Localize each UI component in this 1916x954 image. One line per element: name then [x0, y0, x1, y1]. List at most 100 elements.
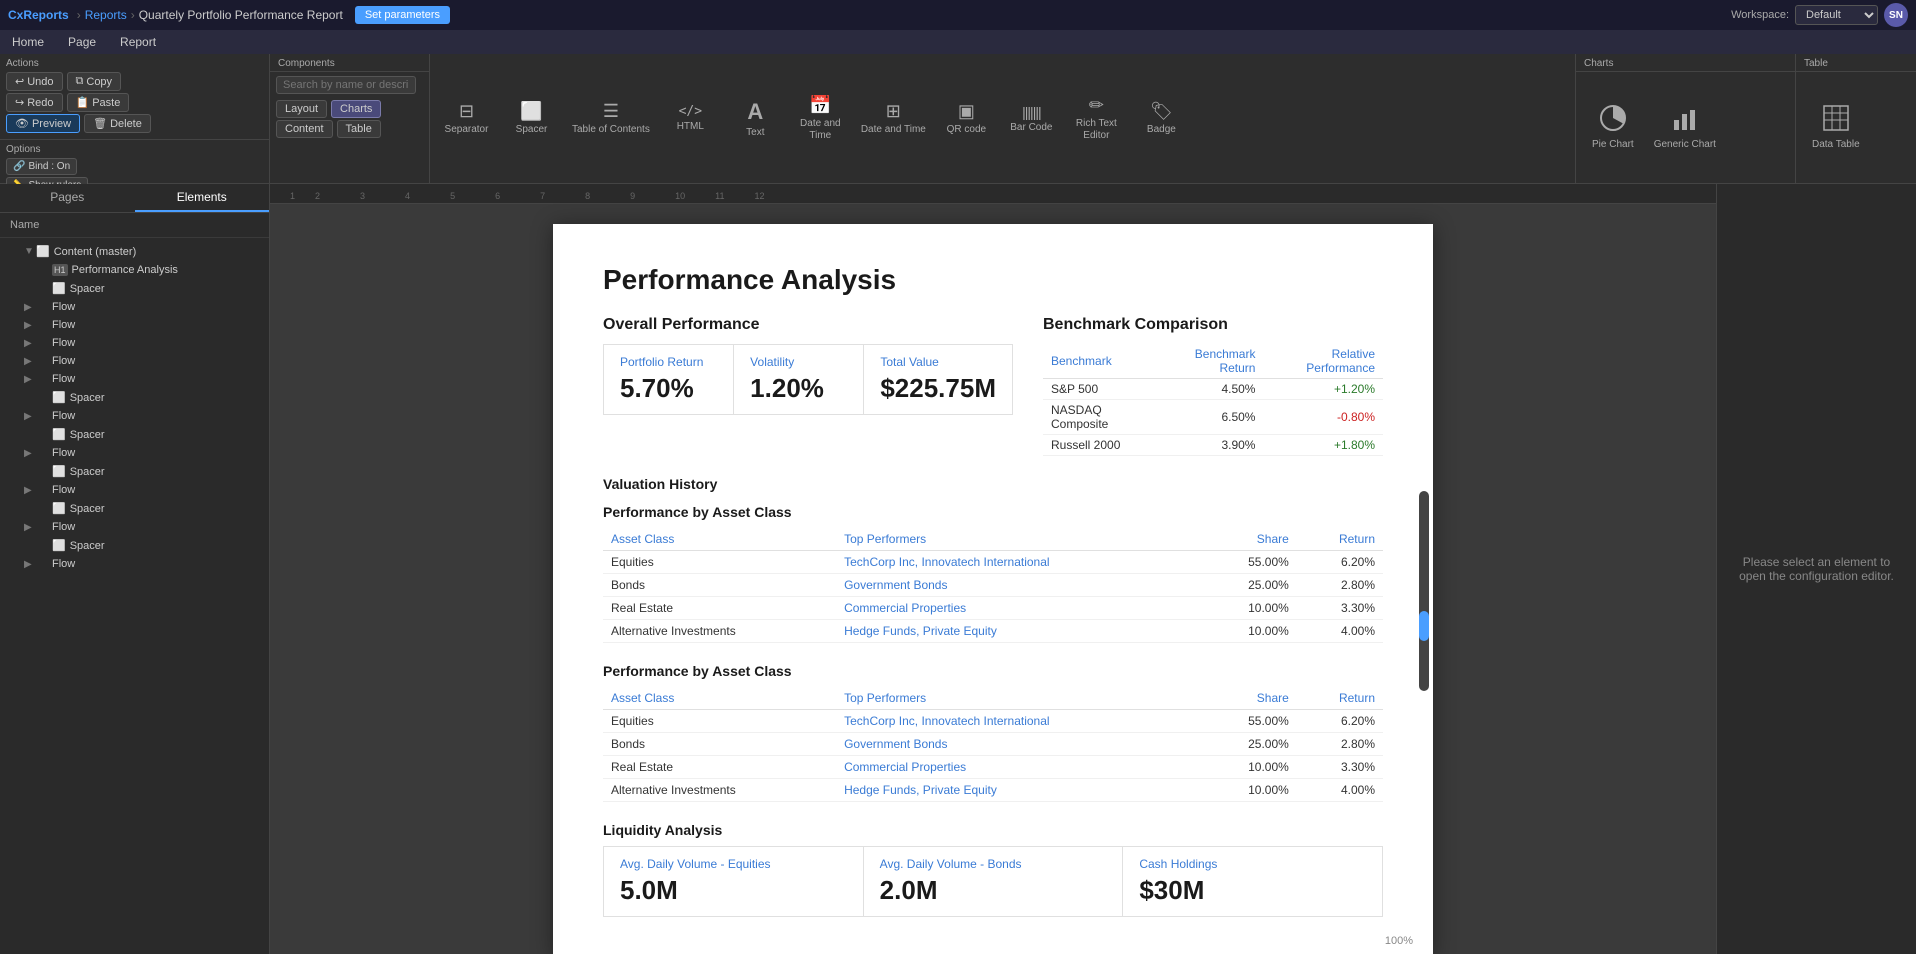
comp-bar-code[interactable]: ||||||| Bar Code — [999, 98, 1064, 140]
bind-toggle[interactable]: 🔗 Bind : On — [6, 158, 77, 175]
tree-spacer-icon-6: ⬜ — [52, 539, 66, 552]
tree-flow-label-4: Flow — [52, 355, 261, 367]
tree-flow-7[interactable]: ▶ Flow — [0, 444, 269, 462]
menu-home[interactable]: Home — [8, 33, 48, 51]
liq-cash-label: Cash Holdings — [1139, 857, 1366, 871]
tree-flow-label-10: Flow — [52, 558, 261, 570]
comp-table-of-contents[interactable]: ☰ Table of Contents — [564, 95, 658, 142]
tree-flow-10[interactable]: ▶ Flow — [0, 555, 269, 573]
benchmark-header-return: Benchmark Return — [1157, 344, 1263, 379]
tree-spacer-label-5: Spacer — [70, 503, 261, 515]
comp-tab-content[interactable]: Content — [276, 120, 333, 138]
paste-button[interactable]: 📋 Paste — [67, 93, 130, 112]
toolbar: Actions ↩ Undo ⧉ Copy ↪ Redo 📋 Paste 👁 P… — [0, 54, 1916, 184]
workspace-area: Workspace: Default SN — [1731, 3, 1908, 27]
comp-badge[interactable]: 🏷 Badge — [1129, 95, 1194, 142]
tree-flow-3[interactable]: ▶ Flow — [0, 334, 269, 352]
tree-content-master[interactable]: ▼ ⬜ Content (master) — [0, 242, 269, 261]
vertical-scrollbar[interactable] — [1419, 491, 1429, 691]
asset-altinv-share-2: 10.00% — [1203, 779, 1297, 802]
tree-spacer-2[interactable]: ⬜ Spacer — [0, 388, 269, 407]
asset-row-altinv-2: Alternative Investments Hedge Funds, Pri… — [603, 779, 1383, 802]
comp-date-time[interactable]: 📅 Date andTime — [788, 89, 853, 148]
comp-generic-chart[interactable]: Generic Chart — [1646, 98, 1724, 157]
tree-spacer-3[interactable]: ⬜ Spacer — [0, 425, 269, 444]
tree-spacer-icon-5: ⬜ — [52, 502, 66, 515]
preview-button[interactable]: 👁 Preview — [6, 114, 80, 133]
comp-tab-charts[interactable]: Charts — [331, 100, 381, 118]
right-panel: Please select an element to open the con… — [1716, 184, 1916, 954]
comp-html[interactable]: </> HTML — [658, 98, 723, 139]
workspace-select[interactable]: Default — [1795, 5, 1878, 25]
datetime-icon: 📅 — [809, 95, 831, 116]
tree-spacer-icon-1: ⬜ — [52, 282, 66, 295]
tab-elements[interactable]: Elements — [135, 184, 270, 212]
comp-qr-code[interactable]: ▣ QR code — [934, 95, 999, 142]
asset-equities-performers-2: TechCorp Inc, Innovatech International — [836, 710, 1203, 733]
delete-button[interactable]: 🗑 Delete — [84, 114, 151, 133]
tree-spacer-icon-3: ⬜ — [52, 428, 66, 441]
asset-row-altinv-1: Alternative Investments Hedge Funds, Pri… — [603, 620, 1383, 643]
charts-header: Charts — [1576, 54, 1795, 72]
ruler-mark: 10 — [675, 191, 685, 203]
tree-spacer-4[interactable]: ⬜ Spacer — [0, 462, 269, 481]
liq-box-cash: Cash Holdings $30M — [1122, 846, 1383, 917]
asset-equities-performers-1: TechCorp Inc, Innovatech International — [836, 551, 1203, 574]
tree-spacer-1[interactable]: ⬜ Spacer — [0, 279, 269, 298]
tree-flow-label-2: Flow — [52, 319, 261, 331]
separator-label: Separator — [445, 124, 489, 136]
badge-label: Badge — [1147, 124, 1176, 136]
menu-bar: Home Page Report — [0, 30, 1916, 54]
tree-flow-8[interactable]: ▶ Flow — [0, 481, 269, 499]
tree-spacer-6[interactable]: ⬜ Spacer — [0, 536, 269, 555]
total-value-value: $225.75M — [880, 373, 996, 404]
comp-tab-layout[interactable]: Layout — [276, 100, 327, 118]
asset-header-performers-2: Top Performers — [836, 687, 1203, 710]
tree-flow-4[interactable]: ▶ Flow — [0, 352, 269, 370]
portfolio-return-value: 5.70% — [620, 373, 717, 404]
comp-separator[interactable]: ⊟ Separator — [434, 95, 499, 142]
scrollbar-thumb[interactable] — [1419, 611, 1429, 641]
tree-flow-label-7: Flow — [52, 447, 261, 459]
comp-spacer[interactable]: ⬜ Spacer — [499, 95, 564, 142]
set-parameters-button[interactable]: Set parameters — [355, 6, 450, 24]
tree-flow-label-9: Flow — [52, 521, 261, 533]
menu-report[interactable]: Report — [116, 33, 160, 51]
piechart-icon — [1599, 104, 1627, 137]
menu-page[interactable]: Page — [64, 33, 100, 51]
asset-header-class-1: Asset Class — [603, 528, 836, 551]
tab-pages[interactable]: Pages — [0, 184, 135, 212]
asset-bonds-share-2: 25.00% — [1203, 733, 1297, 756]
tree-spacer-5[interactable]: ⬜ Spacer — [0, 499, 269, 518]
components-search-input[interactable] — [276, 76, 416, 94]
table-toolbar-section: Table Data Table — [1796, 54, 1916, 183]
tree-flow-1[interactable]: ▶ Flow — [0, 298, 269, 316]
asset-altinv-share-1: 10.00% — [1203, 620, 1297, 643]
undo-button[interactable]: ↩ Undo — [6, 72, 63, 91]
tree-h1[interactable]: H1 Performance Analysis — [0, 261, 269, 279]
tree-spacer-icon-2: ⬜ — [52, 391, 66, 404]
top-bar: CxReports › Reports › Quartely Portfolio… — [0, 0, 1916, 30]
copy-button[interactable]: ⧉ Copy — [67, 72, 122, 91]
tree-container: ▼ ⬜ Content (master) H1 Performance Anal… — [0, 238, 269, 954]
tree-spacer-label-1: Spacer — [70, 283, 261, 295]
comp-tab-table[interactable]: Table — [337, 120, 381, 138]
comp-key-value-grid[interactable]: ⊞ Date and Time — [853, 95, 934, 142]
barcode-icon: ||||||| — [1022, 104, 1040, 120]
asset-bonds-return-2: 2.80% — [1297, 733, 1383, 756]
options-label: Options — [6, 144, 263, 155]
tree-flow-9[interactable]: ▶ Flow — [0, 518, 269, 536]
tree-flow-5[interactable]: ▶ Flow — [0, 370, 269, 388]
tree-pa-label: Performance Analysis — [72, 264, 261, 276]
tree-expand-flow10: ▶ — [24, 559, 36, 570]
comp-pie-chart[interactable]: Pie Chart — [1584, 98, 1642, 157]
tree-flow-6[interactable]: ▶ Flow — [0, 407, 269, 425]
asset-bonds-return-1: 2.80% — [1297, 574, 1383, 597]
comp-rich-text[interactable]: ✏ Rich TextEditor — [1064, 89, 1129, 148]
comp-text[interactable]: A Text — [723, 93, 788, 145]
breadcrumb-reports[interactable]: Reports — [85, 8, 127, 22]
tree-flow-2[interactable]: ▶ Flow — [0, 316, 269, 334]
ruler-mark: 12 — [755, 191, 765, 203]
comp-data-table[interactable]: Data Table — [1804, 98, 1868, 157]
redo-button[interactable]: ↪ Redo — [6, 93, 63, 112]
